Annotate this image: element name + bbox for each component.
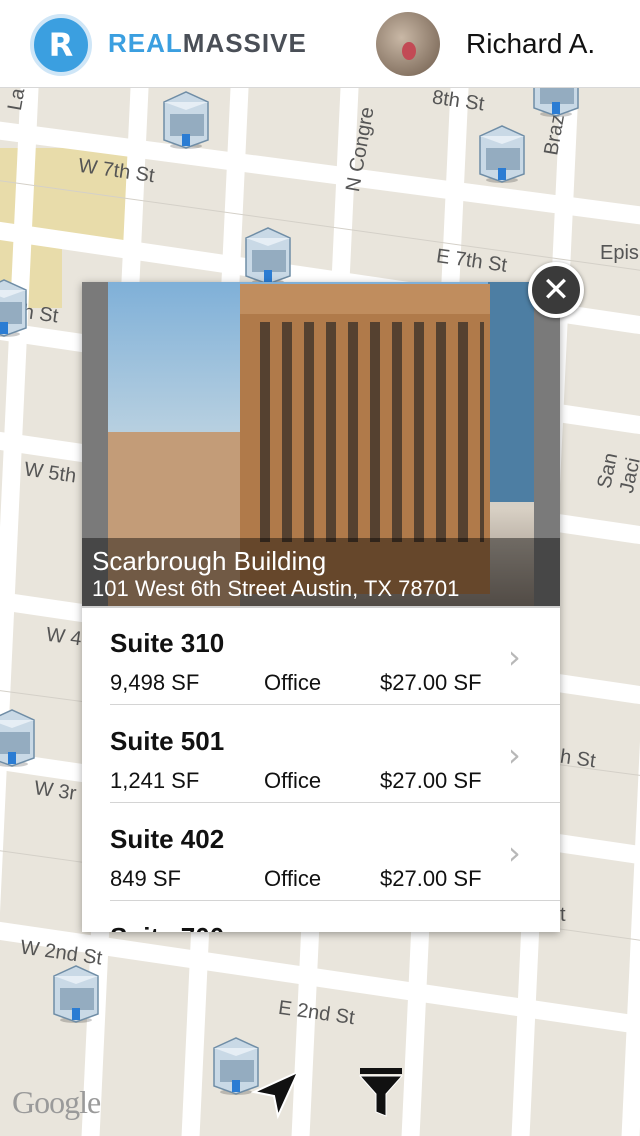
building-pin-icon[interactable] xyxy=(50,964,102,1024)
logo-mark: R xyxy=(48,26,74,64)
suite-title: Suite 501 xyxy=(110,726,225,756)
building-popup: Scarbrough Building 101 West 6th Street … xyxy=(82,282,560,932)
suite-row[interactable]: Suite 310 9,498 SF Office $27.00 SF › xyxy=(82,608,560,706)
user-avatar[interactable] xyxy=(376,12,440,76)
suite-list[interactable]: Suite 310 9,498 SF Office $27.00 SF › Su… xyxy=(82,606,560,932)
suite-price: $27.00 SF xyxy=(380,670,482,695)
building-pin-icon[interactable] xyxy=(0,708,38,768)
suite-type: Office xyxy=(264,768,322,793)
suite-row[interactable]: Suite 700 xyxy=(82,902,560,932)
suite-size: 9,498 SF xyxy=(110,670,200,695)
logo-massive-text: MASSIVE xyxy=(182,28,307,58)
user-name[interactable]: Richard A. xyxy=(466,28,595,60)
close-icon: ✕ xyxy=(541,270,571,310)
photo-cornice xyxy=(240,284,490,314)
location-arrow-icon[interactable] xyxy=(248,1066,304,1122)
street-label: Epis xyxy=(600,242,639,264)
building-name: Scarbrough Building xyxy=(92,546,327,576)
google-attribution: Google xyxy=(12,1084,101,1120)
suite-title: Suite 310 xyxy=(110,628,225,658)
street-label: t xyxy=(560,904,566,926)
row-divider xyxy=(110,704,560,705)
suite-row[interactable]: Suite 501 1,241 SF Office $27.00 SF › xyxy=(82,706,560,804)
photo-glass-tower xyxy=(488,282,534,502)
suite-row[interactable]: Suite 402 849 SF Office $27.00 SF › xyxy=(82,804,560,902)
close-button[interactable]: ✕ xyxy=(528,262,584,318)
suite-type: Office xyxy=(264,670,322,695)
suite-type: Office xyxy=(264,866,322,891)
chevron-right-icon: › xyxy=(508,638,521,676)
street-label: h St xyxy=(558,745,598,773)
logo-wordmark: REALMASSIVE xyxy=(108,28,307,59)
building-pin-icon[interactable] xyxy=(530,88,582,118)
building-pin-icon[interactable] xyxy=(160,90,212,150)
row-divider xyxy=(110,900,560,901)
chevron-right-icon: › xyxy=(508,834,521,872)
building-pin-icon[interactable] xyxy=(0,278,30,338)
suite-size: 849 SF xyxy=(110,866,181,891)
suite-size: 1,241 SF xyxy=(110,768,200,793)
row-divider xyxy=(110,802,560,803)
building-address: 101 West 6th Street Austin, TX 78701 xyxy=(92,576,460,601)
photo-windows xyxy=(248,322,484,542)
logo-icon[interactable]: R xyxy=(30,14,92,76)
photo-caption: Scarbrough Building 101 West 6th Street … xyxy=(82,538,560,606)
suite-price: $27.00 SF xyxy=(380,866,482,891)
suite-title: Suite 700 xyxy=(110,922,224,932)
suite-price: $27.00 SF xyxy=(380,768,482,793)
street-label: W 4 xyxy=(44,623,83,651)
building-pin-icon[interactable] xyxy=(242,226,294,286)
building-photo[interactable]: Scarbrough Building 101 West 6th Street … xyxy=(82,282,560,606)
chevron-right-icon: › xyxy=(508,736,521,774)
suite-title: Suite 402 xyxy=(110,824,225,854)
app-header: R REALMASSIVE Richard A. xyxy=(0,0,640,88)
street-label: La xyxy=(3,88,30,113)
logo-real-text: REAL xyxy=(108,28,183,58)
filter-icon[interactable] xyxy=(358,1066,404,1118)
building-pin-icon[interactable] xyxy=(476,124,528,184)
